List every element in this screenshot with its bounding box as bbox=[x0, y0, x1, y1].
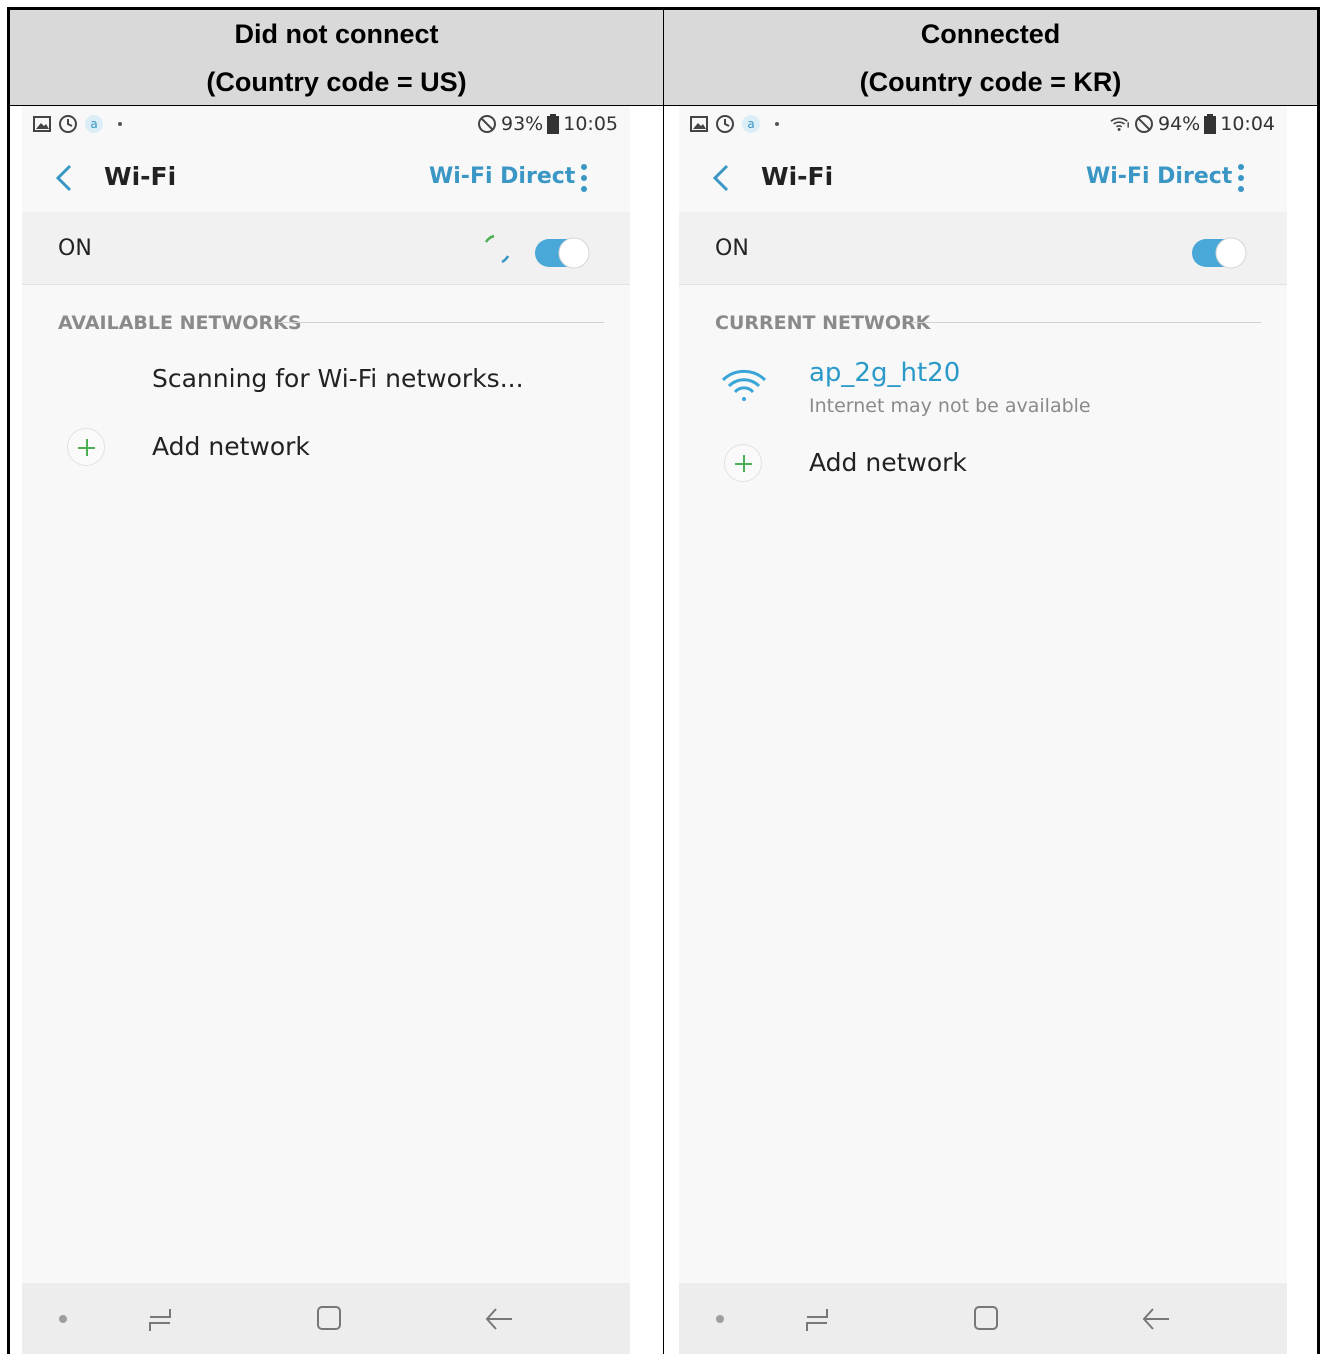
nav-home-icon[interactable] bbox=[971, 1303, 1001, 1333]
nav-indicator-dot bbox=[59, 1315, 67, 1323]
phone-screen-us: a 93% 10:05 Wi-Fi Wi-Fi Direct ON AVAILA… bbox=[22, 106, 630, 1354]
header-title: Did not connect bbox=[234, 18, 439, 49]
svg-text:a: a bbox=[747, 117, 754, 131]
more-options-icon[interactable] bbox=[578, 162, 590, 194]
at-icon: a bbox=[84, 114, 104, 134]
add-icon[interactable] bbox=[67, 428, 105, 466]
add-icon[interactable] bbox=[724, 444, 762, 482]
navigation-bar bbox=[679, 1283, 1287, 1354]
header-subtitle: (Country code = KR) bbox=[859, 66, 1122, 97]
no-sim-icon bbox=[477, 114, 497, 134]
wifi-toggle-switch[interactable] bbox=[1191, 236, 1249, 270]
header-title: Connected bbox=[920, 18, 1061, 49]
section-header: AVAILABLE NETWORKS bbox=[58, 312, 302, 334]
wifi-toggle-switch[interactable] bbox=[534, 236, 592, 270]
notification-dot-icon bbox=[110, 114, 130, 134]
battery-percent: 94% bbox=[1158, 113, 1201, 135]
phone-screen-kr: a 94% 10:04 Wi-Fi Wi-Fi Direct ON CURREN… bbox=[679, 106, 1287, 1354]
app-bar: Wi-Fi Wi-Fi Direct bbox=[22, 144, 630, 212]
wifi-status-icon bbox=[1110, 114, 1130, 134]
toggle-label: ON bbox=[715, 236, 749, 261]
svg-text:a: a bbox=[90, 117, 97, 131]
nav-indicator-dot bbox=[716, 1315, 724, 1323]
more-options-icon[interactable] bbox=[1235, 162, 1247, 194]
status-bar: a 94% 10:04 bbox=[679, 106, 1287, 144]
toggle-label: ON bbox=[58, 236, 92, 261]
nav-back-icon[interactable] bbox=[1141, 1305, 1171, 1333]
wifi-toggle-row[interactable]: ON bbox=[679, 212, 1287, 284]
wifi-direct-button[interactable]: Wi-Fi Direct bbox=[1086, 164, 1232, 189]
battery-percent: 93% bbox=[501, 113, 544, 135]
status-bar: a 93% 10:05 bbox=[22, 106, 630, 144]
no-sim-icon bbox=[1134, 114, 1154, 134]
column-divider bbox=[663, 7, 664, 1354]
nav-home-icon[interactable] bbox=[314, 1303, 344, 1333]
add-network-item[interactable]: Add network bbox=[152, 432, 310, 461]
header-subtitle: (Country code = US) bbox=[206, 66, 467, 97]
sync-icon bbox=[58, 114, 78, 134]
section-rule bbox=[911, 322, 1261, 323]
scanning-status: Scanning for Wi-Fi networks... bbox=[152, 364, 524, 393]
at-icon: a bbox=[741, 114, 761, 134]
wifi-signal-icon bbox=[721, 369, 767, 401]
add-network-item[interactable]: Add network bbox=[809, 448, 967, 477]
gallery-icon bbox=[689, 114, 709, 134]
nav-recents-icon[interactable] bbox=[803, 1305, 831, 1333]
wifi-direct-button[interactable]: Wi-Fi Direct bbox=[429, 164, 575, 189]
notification-dot-icon bbox=[767, 114, 787, 134]
wifi-toggle-row[interactable]: ON bbox=[22, 212, 630, 284]
loading-spinner-icon bbox=[484, 234, 510, 264]
sync-icon bbox=[715, 114, 735, 134]
network-name: ap_2g_ht20 bbox=[809, 358, 961, 388]
app-bar: Wi-Fi Wi-Fi Direct bbox=[679, 144, 1287, 212]
battery-icon bbox=[547, 114, 560, 134]
section-header: CURRENT NETWORK bbox=[715, 312, 931, 334]
page-title: Wi-Fi bbox=[104, 162, 177, 191]
page-title: Wi-Fi bbox=[761, 162, 834, 191]
nav-back-icon[interactable] bbox=[484, 1305, 514, 1333]
divider bbox=[679, 284, 1287, 285]
gallery-icon bbox=[32, 114, 52, 134]
clock: 10:05 bbox=[563, 113, 618, 135]
network-status: Internet may not be available bbox=[809, 395, 1091, 417]
section-rule bbox=[278, 322, 604, 323]
clock: 10:04 bbox=[1220, 113, 1275, 135]
column-header-left: Did not connect (Country code = US) bbox=[10, 10, 663, 106]
column-header-right: Connected (Country code = KR) bbox=[664, 10, 1317, 106]
nav-recents-icon[interactable] bbox=[146, 1305, 174, 1333]
divider bbox=[22, 284, 630, 285]
back-arrow-icon[interactable] bbox=[50, 162, 78, 194]
battery-icon bbox=[1204, 114, 1217, 134]
back-arrow-icon[interactable] bbox=[707, 162, 735, 194]
navigation-bar bbox=[22, 1283, 630, 1354]
